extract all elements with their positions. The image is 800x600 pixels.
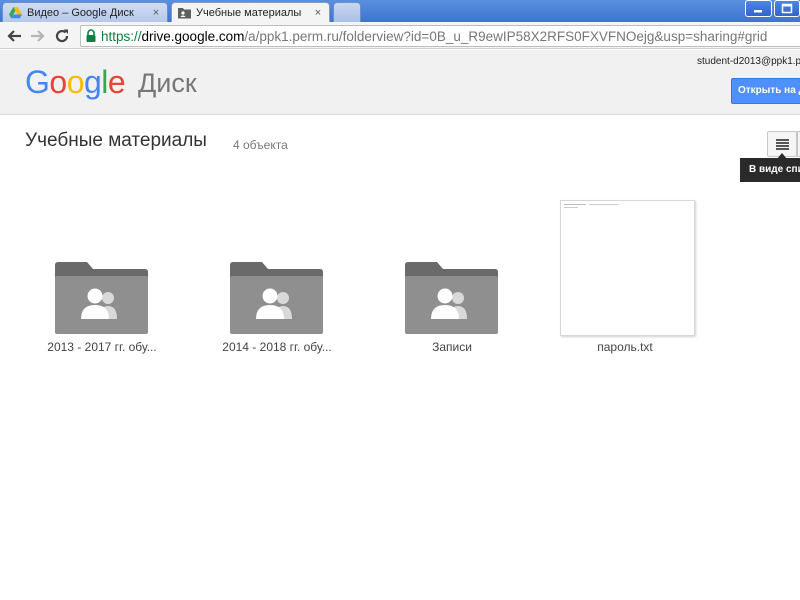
- item-label: Записи: [432, 340, 472, 354]
- shared-folder-icon: [230, 262, 323, 334]
- page-title: Учебные материалы: [25, 130, 207, 151]
- minimize-window-button[interactable]: [745, 0, 772, 17]
- tab-study-materials[interactable]: Учебные материалы ×: [171, 2, 330, 22]
- minimize-icon: [754, 10, 762, 13]
- tab-title: Учебные материалы: [196, 6, 302, 19]
- forward-button[interactable]: [28, 26, 48, 46]
- forward-arrow-icon: [31, 30, 45, 42]
- product-name: Диск: [138, 68, 197, 98]
- lock-icon: [86, 29, 96, 42]
- grid-item-file[interactable]: пароль.txt: [550, 195, 700, 360]
- url-scheme: https://: [101, 28, 142, 44]
- browser-toolbar: https://drive.google.com/a/ppk1.perm.ru/…: [0, 22, 800, 49]
- text-file-thumbnail: [560, 200, 695, 336]
- new-tab-button[interactable]: [333, 2, 361, 22]
- google-drive-icon: [9, 6, 22, 18]
- drive-header: Google Диск: [0, 50, 800, 115]
- grid-item-folder[interactable]: 2013 - 2017 гг. обу...: [27, 195, 177, 360]
- shared-folder-icon: [405, 262, 498, 334]
- back-arrow-icon: [7, 30, 21, 42]
- item-label: пароль.txt: [597, 340, 653, 354]
- open-in-drive-button[interactable]: Открыть на Диске: [731, 78, 800, 104]
- item-label: 2013 - 2017 гг. обу...: [47, 340, 157, 354]
- grid-item-folder[interactable]: 2014 - 2018 гг. обу...: [202, 195, 352, 360]
- close-tab-icon[interactable]: ×: [311, 7, 325, 19]
- google-logo[interactable]: Google: [25, 64, 126, 100]
- address-bar[interactable]: https://drive.google.com/a/ppk1.perm.ru/…: [80, 25, 800, 47]
- item-count: 4 объекта: [233, 138, 288, 152]
- shared-folder-icon: [55, 262, 148, 334]
- list-view-icon: [776, 139, 789, 150]
- maximize-window-button[interactable]: [774, 0, 800, 17]
- grid-item-folder[interactable]: Записи: [377, 195, 527, 360]
- reload-button[interactable]: [52, 26, 72, 46]
- back-button[interactable]: [4, 26, 24, 46]
- close-tab-icon[interactable]: ×: [149, 7, 163, 19]
- folder-shared-icon: [178, 7, 191, 18]
- account-email[interactable]: student-d2013@ppk1.perm.ru: [697, 56, 800, 67]
- tab-title: Видео – Google Диск: [27, 6, 134, 19]
- restore-icon: [781, 3, 793, 14]
- url-path: /a/ppk1.perm.ru/folderview?id=0B_u_R9ewI…: [244, 28, 768, 44]
- tab-strip: Видео – Google Диск × Учебные материалы …: [0, 0, 800, 22]
- url-host: drive.google.com: [141, 28, 245, 44]
- tab-video-drive[interactable]: Видео – Google Диск ×: [2, 2, 168, 22]
- list-view-tooltip: В виде списка: [740, 158, 800, 182]
- reload-icon: [55, 29, 69, 43]
- item-label: 2014 - 2018 гг. обу...: [222, 340, 332, 354]
